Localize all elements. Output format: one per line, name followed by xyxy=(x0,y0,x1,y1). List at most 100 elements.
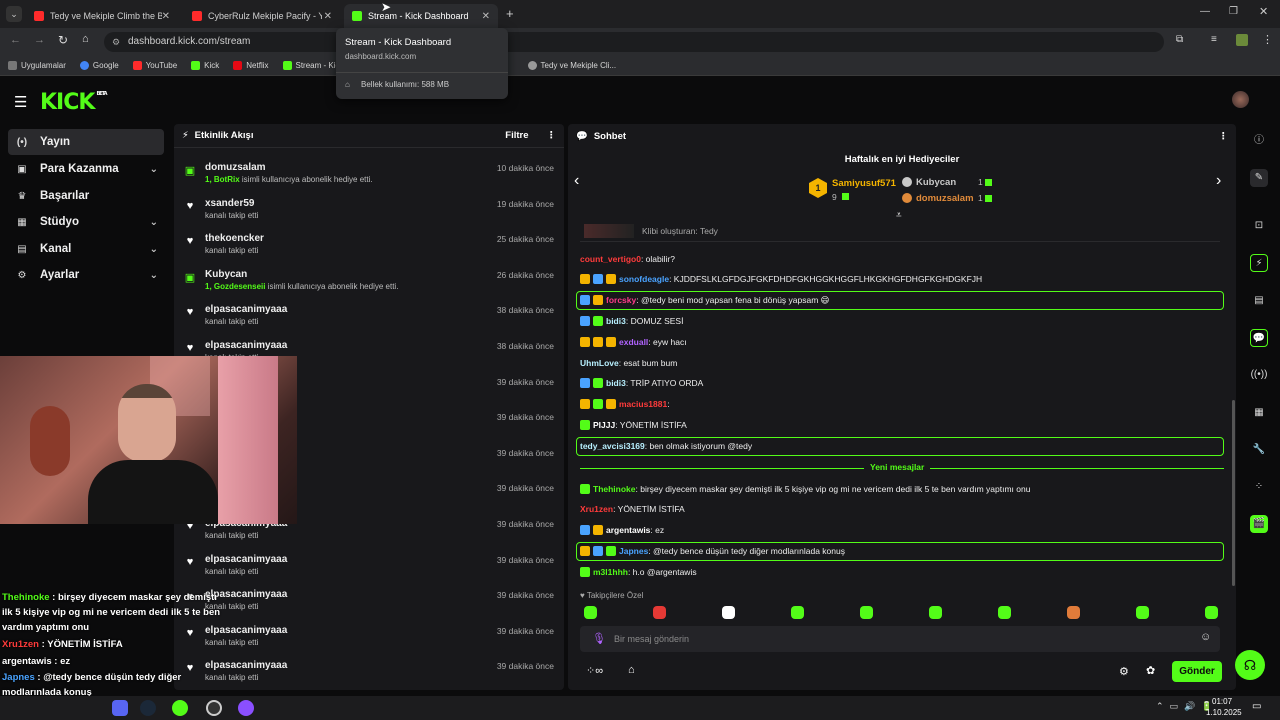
activity-username[interactable]: elpasacanimyaaa xyxy=(205,304,287,315)
chat-username[interactable]: macius1881 xyxy=(619,399,667,409)
gifter-second-name[interactable]: Kubycan xyxy=(916,177,956,188)
bookmark-tedy[interactable]: Tedy ve Mekiple Cli... xyxy=(527,61,616,70)
site-info-icon[interactable]: ⚙ xyxy=(112,32,120,52)
chat-bubble-icon[interactable]: 💬 xyxy=(1250,329,1268,347)
chevron-left-icon[interactable]: ‹ xyxy=(574,172,579,190)
more-options-icon[interactable]: ⋮ xyxy=(547,130,557,141)
sidebar-item-yayin[interactable]: (•) Yayın xyxy=(8,129,164,155)
document-icon[interactable]: ▤ xyxy=(1250,292,1268,310)
chat-username[interactable]: m3l1hhh xyxy=(593,567,628,577)
close-icon[interactable]: ✕ xyxy=(162,11,170,22)
bookmark-youtube[interactable]: YouTube xyxy=(132,61,177,70)
close-window-button[interactable]: ✕ xyxy=(1259,5,1268,18)
chat-username[interactable]: count_vertigo0 xyxy=(580,254,641,264)
clapper-icon[interactable]: 🎬 xyxy=(1250,515,1268,533)
activity-row[interactable]: ♥ elpasacanimyaaa kanalı takip etti 39 daki… xyxy=(174,550,564,586)
gifter-first-name[interactable]: Samiyusuf571 xyxy=(832,178,896,189)
chat-message[interactable]: Thehinoke: birşey diyecem maskar şey dem… xyxy=(580,484,1030,494)
info-icon[interactable]: ⓘ xyxy=(1250,132,1268,150)
chat-message[interactable]: m3l1hhh: h.o @argentawis xyxy=(580,567,697,577)
activity-row[interactable]: ♥ thekoencker kanalı takip etti 25 dakika ö… xyxy=(174,229,564,265)
more-options-icon[interactable]: ⋮ xyxy=(1219,131,1229,142)
chat-message[interactable]: tedy_avcisi3169: ben olmak istiyorum @te… xyxy=(580,441,752,451)
stack-icon[interactable]: ▦ xyxy=(1250,404,1268,422)
kick-logo[interactable]: KICK BETA xyxy=(40,90,108,115)
close-icon[interactable]: ✕ xyxy=(324,11,332,22)
chat-username[interactable]: forcsky xyxy=(606,295,636,305)
sidebar-item-studyo[interactable]: ▦ Stüdyo ⌄ xyxy=(8,209,164,235)
tip-icon[interactable]: ✿ xyxy=(1146,664,1155,677)
kick-app-icon[interactable] xyxy=(172,700,188,716)
emote-button[interactable] xyxy=(722,606,735,619)
collapse-icon[interactable]: ⩡ xyxy=(896,210,902,221)
extensions-icon[interactable]: ⧉ xyxy=(1176,34,1183,45)
emote-button[interactable] xyxy=(998,606,1011,619)
chevron-down-icon[interactable]: ⌄ xyxy=(150,244,158,255)
steam-icon[interactable] xyxy=(140,700,156,716)
chat-message[interactable]: UhmLove: esat bum bum xyxy=(580,358,677,368)
maximize-button[interactable]: ❐ xyxy=(1229,6,1238,17)
emote-button[interactable] xyxy=(860,606,873,619)
sidebar-item-ayarlar[interactable]: ⚙ Ayarlar ⌄ xyxy=(8,262,164,288)
back-icon[interactable]: ← xyxy=(10,34,21,46)
minimize-button[interactable]: — xyxy=(1200,6,1210,17)
sidebar-item-kanal[interactable]: ▤ Kanal ⌄ xyxy=(8,236,164,262)
chevron-down-icon[interactable]: ⌄ xyxy=(150,164,158,175)
bookmark-kick[interactable]: Kick xyxy=(191,61,219,70)
activity-row[interactable]: ▣ domuzsalam 1, BotRix isimli kullanıcıya … xyxy=(174,158,564,194)
chat-username[interactable]: exduall xyxy=(619,337,648,347)
menu-icon[interactable]: ⋮ xyxy=(1262,33,1273,46)
chat-message[interactable]: sonofdeagle: KJDDFSLKLGFDGJFGKFDHDFGKHGG… xyxy=(580,274,982,284)
chat-username[interactable]: UhmLove xyxy=(580,358,619,368)
bookmark-netflix[interactable]: Netflix xyxy=(233,61,269,70)
emote-button[interactable] xyxy=(1136,606,1149,619)
avatar[interactable] xyxy=(1232,91,1249,108)
browser-tab-2[interactable]: CyberRulz Mekiple Pacify - You ✕ xyxy=(184,4,340,28)
activity-username[interactable]: domuzsalam xyxy=(205,162,266,173)
chat-message[interactable]: argentawis: ez xyxy=(580,525,664,535)
chat-username[interactable]: tedy_avcisi3169 xyxy=(580,441,645,451)
tab-search-button[interactable]: ⌄ xyxy=(6,6,22,22)
lightning-icon[interactable]: ⚡ xyxy=(1250,254,1268,272)
forward-icon[interactable]: → xyxy=(34,34,45,46)
chat-username[interactable]: Japnes xyxy=(619,546,648,556)
chat-scrollbar[interactable] xyxy=(1232,400,1235,586)
notification-icon[interactable]: ▭ xyxy=(1252,701,1261,712)
emote-button[interactable] xyxy=(1205,606,1218,619)
activity-username[interactable]: elpasacanimyaaa xyxy=(205,589,287,600)
bookmark-apps[interactable]: Uygulamalar xyxy=(8,61,66,70)
chat-input-box[interactable]: 🎙 Bir mesaj gönderin ☺ xyxy=(580,626,1220,652)
browser-tab-1[interactable]: Tedy ve Mekiple Climb the Back ✕ xyxy=(26,4,178,28)
activity-row[interactable]: ♥ xsander59 kanalı takip etti 19 dakika önc… xyxy=(174,194,564,230)
discord-icon[interactable] xyxy=(112,700,128,716)
gifter-third-name[interactable]: domuzsalam xyxy=(916,193,974,204)
chat-message[interactable]: bidi3: DOMUZ SESİ xyxy=(580,316,683,326)
profile-icon[interactable] xyxy=(1236,34,1248,46)
bookmark-stream-kick[interactable]: Stream - Kick xyxy=(282,61,344,70)
chat-message[interactable]: Japnes: @tedy bence düşün tedy diğer mod… xyxy=(580,546,845,556)
sidebar-item-basarilar[interactable]: ♛ Başarılar xyxy=(8,183,164,209)
obs-icon[interactable] xyxy=(206,700,222,716)
chat-message[interactable]: bidi3: TRİP ATIYO ORDA xyxy=(580,378,703,388)
wrench-icon[interactable]: 🔧 xyxy=(1250,441,1268,459)
chat-message[interactable]: Xru1zen: YÖNETİM İSTİFA xyxy=(580,504,685,514)
chat-username[interactable]: argentawis xyxy=(606,525,650,535)
microphone-icon[interactable]: 🎙 xyxy=(592,632,606,645)
chevron-down-icon[interactable]: ⌄ xyxy=(150,217,158,228)
support-button[interactable]: ☊ xyxy=(1235,650,1265,680)
chat-message[interactable]: macius1881: xyxy=(580,399,670,409)
chat-username[interactable]: Xru1zen xyxy=(580,504,613,514)
activity-row[interactable]: ♥ elpasacanimyaaa kanalı takip etti 38 daki… xyxy=(174,300,564,336)
chat-settings-icon[interactable]: ⚙ xyxy=(1119,665,1129,678)
infinity-icon[interactable]: ⁘∞ xyxy=(586,664,603,677)
activity-row[interactable]: ▣ Kubycan 1, Gozdesenseii isimli kullanıcı… xyxy=(174,265,564,301)
nodes-icon[interactable]: ⁘ xyxy=(1250,478,1268,496)
hamburger-menu-icon[interactable]: ☰ xyxy=(14,93,27,111)
clip-row[interactable]: Klibi oluşturan: Tedy xyxy=(580,222,1220,242)
new-tab-button[interactable]: + xyxy=(506,6,514,21)
chat-username[interactable]: bidi3 xyxy=(606,378,626,388)
emoji-icon[interactable]: ☺ xyxy=(1200,631,1211,643)
activity-row[interactable]: ♥ elpasacanimyaaa kanalı takip etti 39 daki… xyxy=(174,621,564,657)
broadcast-icon[interactable]: ((•)) xyxy=(1250,366,1268,384)
chat-message[interactable]: forcsky: @tedy beni mod yapsan fena bi d… xyxy=(580,295,830,306)
